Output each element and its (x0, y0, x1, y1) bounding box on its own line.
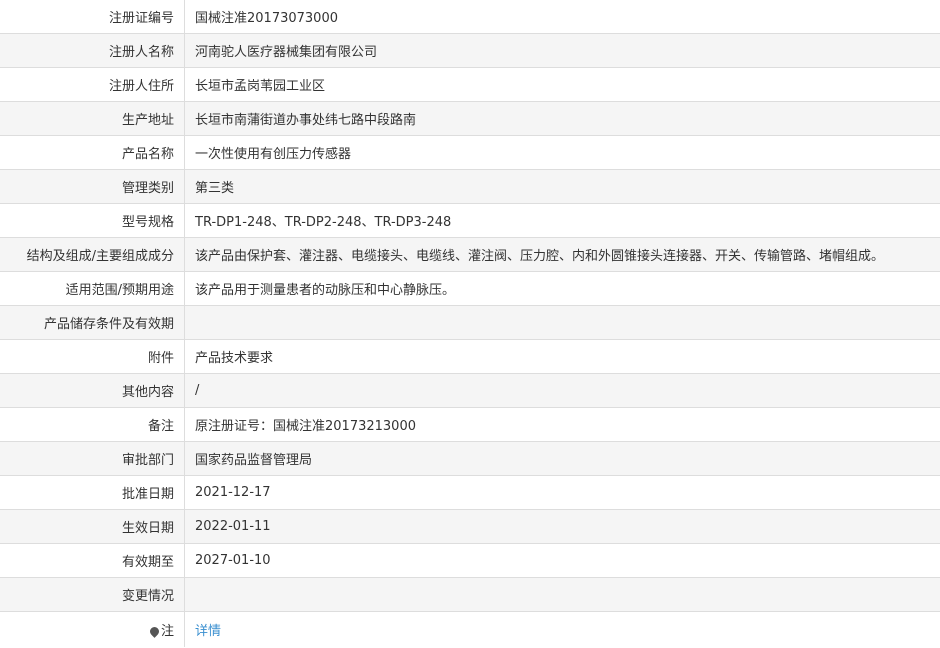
row-label: 生产地址 (0, 101, 185, 136)
row-label: 备注 (0, 407, 185, 442)
note-label: 注 (160, 624, 174, 639)
pin-icon (148, 625, 161, 638)
row-value: 产品技术要求 (184, 339, 940, 374)
table-row: 变更情况 (0, 577, 940, 612)
details-link[interactable]: 详情 (195, 624, 221, 639)
note-row: 注 详情 (0, 611, 940, 647)
table-row: 适用范围/预期用途 该产品用于测量患者的动脉压和中心静脉压。 (0, 271, 940, 306)
note-label-cell: 注 (0, 611, 185, 647)
row-value: 一次性使用有创压力传感器 (184, 135, 940, 170)
row-label: 产品储存条件及有效期 (0, 305, 185, 340)
table-row: 型号规格 TR-DP1-248、TR-DP2-248、TR-DP3-248 (0, 203, 940, 238)
row-value: 长垣市孟岗苇园工业区 (184, 67, 940, 102)
table-row: 注册人名称 河南驼人医疗器械集团有限公司 (0, 33, 940, 68)
row-label: 产品名称 (0, 135, 185, 170)
row-label: 管理类别 (0, 169, 185, 204)
table-row: 生产地址 长垣市南蒲街道办事处纬七路中段路南 (0, 101, 940, 136)
row-value: 第三类 (184, 169, 940, 204)
table-row: 产品名称 一次性使用有创压力传感器 (0, 135, 940, 170)
table-row: 批准日期 2021-12-17 (0, 475, 940, 510)
row-label: 批准日期 (0, 475, 185, 510)
row-label: 其他内容 (0, 373, 185, 408)
row-label: 附件 (0, 339, 185, 374)
row-label: 注册证编号 (0, 0, 185, 34)
row-value: 2022-01-11 (184, 509, 940, 544)
table-row: 附件 产品技术要求 (0, 339, 940, 374)
row-label: 注册人名称 (0, 33, 185, 68)
table-row: 其他内容 / (0, 373, 940, 408)
row-label: 型号规格 (0, 203, 185, 238)
row-label: 审批部门 (0, 441, 185, 476)
note-value-cell: 详情 (184, 611, 940, 647)
row-label: 变更情况 (0, 577, 185, 612)
row-value: 该产品由保护套、灌注器、电缆接头、电缆线、灌注阀、压力腔、内和外圆锥接头连接器、… (184, 237, 940, 272)
row-value: 国械注准20173073000 (184, 0, 940, 34)
row-value: 原注册证号：国械注准20173213000 (184, 407, 940, 442)
row-value: / (184, 373, 940, 408)
table-row: 注册证编号 国械注准20173073000 (0, 0, 940, 34)
row-label: 注册人住所 (0, 67, 185, 102)
row-label: 有效期至 (0, 543, 185, 578)
row-value (184, 305, 940, 340)
row-label: 适用范围/预期用途 (0, 271, 185, 306)
table-row: 审批部门 国家药品监督管理局 (0, 441, 940, 476)
row-value: 长垣市南蒲街道办事处纬七路中段路南 (184, 101, 940, 136)
table-row: 有效期至 2027-01-10 (0, 543, 940, 578)
row-label: 生效日期 (0, 509, 185, 544)
table-row: 管理类别 第三类 (0, 169, 940, 204)
table-row: 注册人住所 长垣市孟岗苇园工业区 (0, 67, 940, 102)
row-value: 该产品用于测量患者的动脉压和中心静脉压。 (184, 271, 940, 306)
row-value: TR-DP1-248、TR-DP2-248、TR-DP3-248 (184, 203, 940, 238)
row-value: 河南驼人医疗器械集团有限公司 (184, 33, 940, 68)
row-value: 2021-12-17 (184, 475, 940, 510)
table-row: 产品储存条件及有效期 (0, 305, 940, 340)
table-row: 结构及组成/主要组成成分 该产品由保护套、灌注器、电缆接头、电缆线、灌注阀、压力… (0, 237, 940, 272)
table-row: 备注 原注册证号：国械注准20173213000 (0, 407, 940, 442)
row-value (184, 577, 940, 612)
table-row: 生效日期 2022-01-11 (0, 509, 940, 544)
registration-detail-table: 注册证编号 国械注准20173073000 注册人名称 河南驼人医疗器械集团有限… (0, 0, 940, 647)
row-value: 2027-01-10 (184, 543, 940, 578)
row-value: 国家药品监督管理局 (184, 441, 940, 476)
row-label: 结构及组成/主要组成成分 (0, 237, 185, 272)
